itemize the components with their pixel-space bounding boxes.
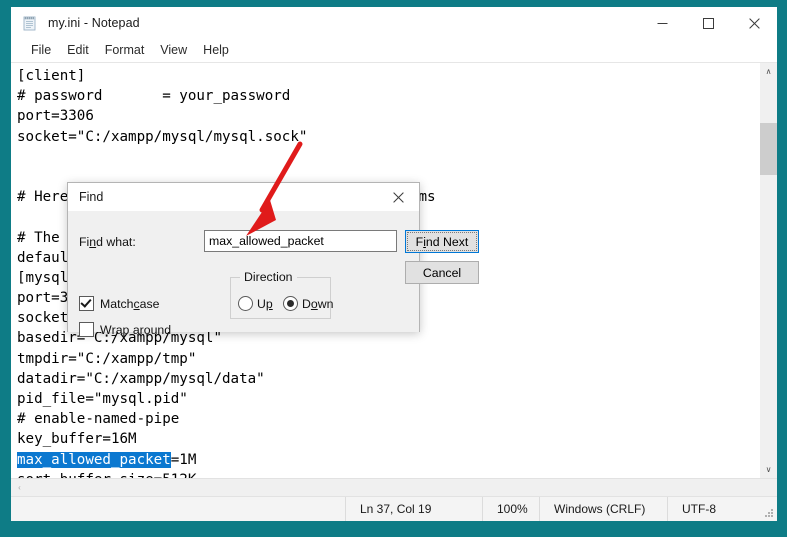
- radio-up-icon: [238, 296, 253, 311]
- close-button[interactable]: [731, 7, 777, 39]
- menu-bar: File Edit Format View Help: [11, 39, 777, 63]
- title-bar: my.ini - Notepad: [11, 7, 777, 39]
- wrap-around-pre: W: [100, 322, 112, 337]
- find-dialog-close-icon[interactable]: [377, 183, 419, 211]
- find-next-pre: F: [415, 234, 424, 249]
- editor-line: [client]: [17, 68, 86, 84]
- direction-down-pre: D: [302, 296, 311, 311]
- scroll-left-icon[interactable]: ‹: [11, 479, 28, 496]
- find-next-button[interactable]: Fi nd Next: [405, 230, 479, 253]
- direction-up-accel: p: [265, 296, 273, 311]
- checkbox-checked-icon: [79, 296, 94, 311]
- wrap-around-post: ap around: [115, 322, 172, 337]
- vertical-scrollbar[interactable]: ∧ ∨: [759, 63, 777, 478]
- find-dialog-body: Find what: Find Next Cancel Direction Up…: [68, 211, 479, 337]
- find-dialog: Find Find what: Find Next Cancel Directi…: [67, 182, 479, 337]
- caption-button-group: [639, 7, 777, 39]
- minimize-button[interactable]: [639, 7, 685, 39]
- status-line-ending: Windows (CRLF): [539, 497, 667, 521]
- menu-item-file[interactable]: File: [23, 41, 59, 60]
- editor-line: socket="C:/xampp/mysql/mysql.sock": [17, 128, 308, 145]
- resize-grip-icon[interactable]: [764, 508, 774, 518]
- direction-up-radio[interactable]: Up: [238, 296, 273, 311]
- editor-line: port=3306: [17, 108, 94, 125]
- status-cursor-position: Ln 37, Col 19: [345, 497, 482, 521]
- find-what-input[interactable]: [204, 230, 397, 252]
- direction-up-pre: U: [257, 296, 266, 311]
- wrap-around-checkbox[interactable]: Wr ap around: [79, 322, 171, 337]
- find-next-post: nd Next: [425, 234, 469, 249]
- window-title: my.ini - Notepad: [48, 16, 140, 30]
- radio-down-icon: [283, 296, 298, 311]
- editor-line: tmpdir="C:/xampp/tmp": [17, 350, 197, 367]
- vertical-scrollbar-thumb[interactable]: [760, 123, 777, 175]
- status-encoding: UTF-8: [667, 497, 777, 521]
- status-zoom-level: 100%: [482, 497, 539, 521]
- status-bar-spacer: [11, 497, 345, 521]
- notepad-icon: [22, 15, 38, 31]
- status-encoding-label: UTF-8: [682, 502, 716, 516]
- editor-line: datadir="C:/xampp/mysql/data": [17, 370, 265, 387]
- maximize-button[interactable]: [685, 7, 731, 39]
- direction-down-accel: o: [310, 296, 318, 311]
- direction-legend: Direction: [240, 270, 297, 284]
- scroll-up-icon[interactable]: ∧: [760, 63, 777, 80]
- find-what-label: Find what:: [79, 235, 136, 249]
- menu-item-view[interactable]: View: [152, 41, 195, 60]
- editor-line: pid_file="mysql.pid": [17, 391, 188, 407]
- match-case-post: ase: [139, 296, 160, 311]
- menu-item-help[interactable]: Help: [195, 41, 237, 60]
- direction-down-radio[interactable]: Do wn: [283, 296, 333, 311]
- find-what-label-post: d what:: [96, 235, 136, 249]
- cancel-button[interactable]: Cancel: [405, 261, 479, 284]
- menu-item-format[interactable]: Format: [97, 41, 153, 60]
- checkbox-unchecked-icon: [79, 322, 94, 337]
- horizontal-scrollbar[interactable]: ‹: [11, 478, 777, 496]
- match-case-pre: Match: [100, 296, 134, 311]
- editor-line: # password = your_password: [17, 88, 291, 105]
- editor-line: max_allowed_packet=1M: [17, 450, 759, 470]
- selected-text: max_allowed_packet: [17, 451, 171, 468]
- direction-down-post: wn: [317, 296, 334, 311]
- status-bar: Ln 37, Col 19 100% Windows (CRLF) UTF-8: [11, 496, 777, 521]
- editor-line: sort_buffer_size=512K: [17, 470, 759, 478]
- scroll-down-icon[interactable]: ∨: [760, 461, 777, 478]
- editor-line-text: =1M: [170, 451, 197, 468]
- find-what-label-pre: Fi: [79, 235, 90, 249]
- editor-line: # enable-named-pipe: [17, 411, 180, 428]
- editor-line: key_buffer=16M: [17, 431, 137, 448]
- find-dialog-title: Find: [79, 190, 104, 204]
- menu-item-edit[interactable]: Edit: [59, 41, 97, 60]
- find-dialog-titlebar: Find: [68, 183, 419, 211]
- match-case-checkbox[interactable]: Match c ase: [79, 296, 159, 311]
